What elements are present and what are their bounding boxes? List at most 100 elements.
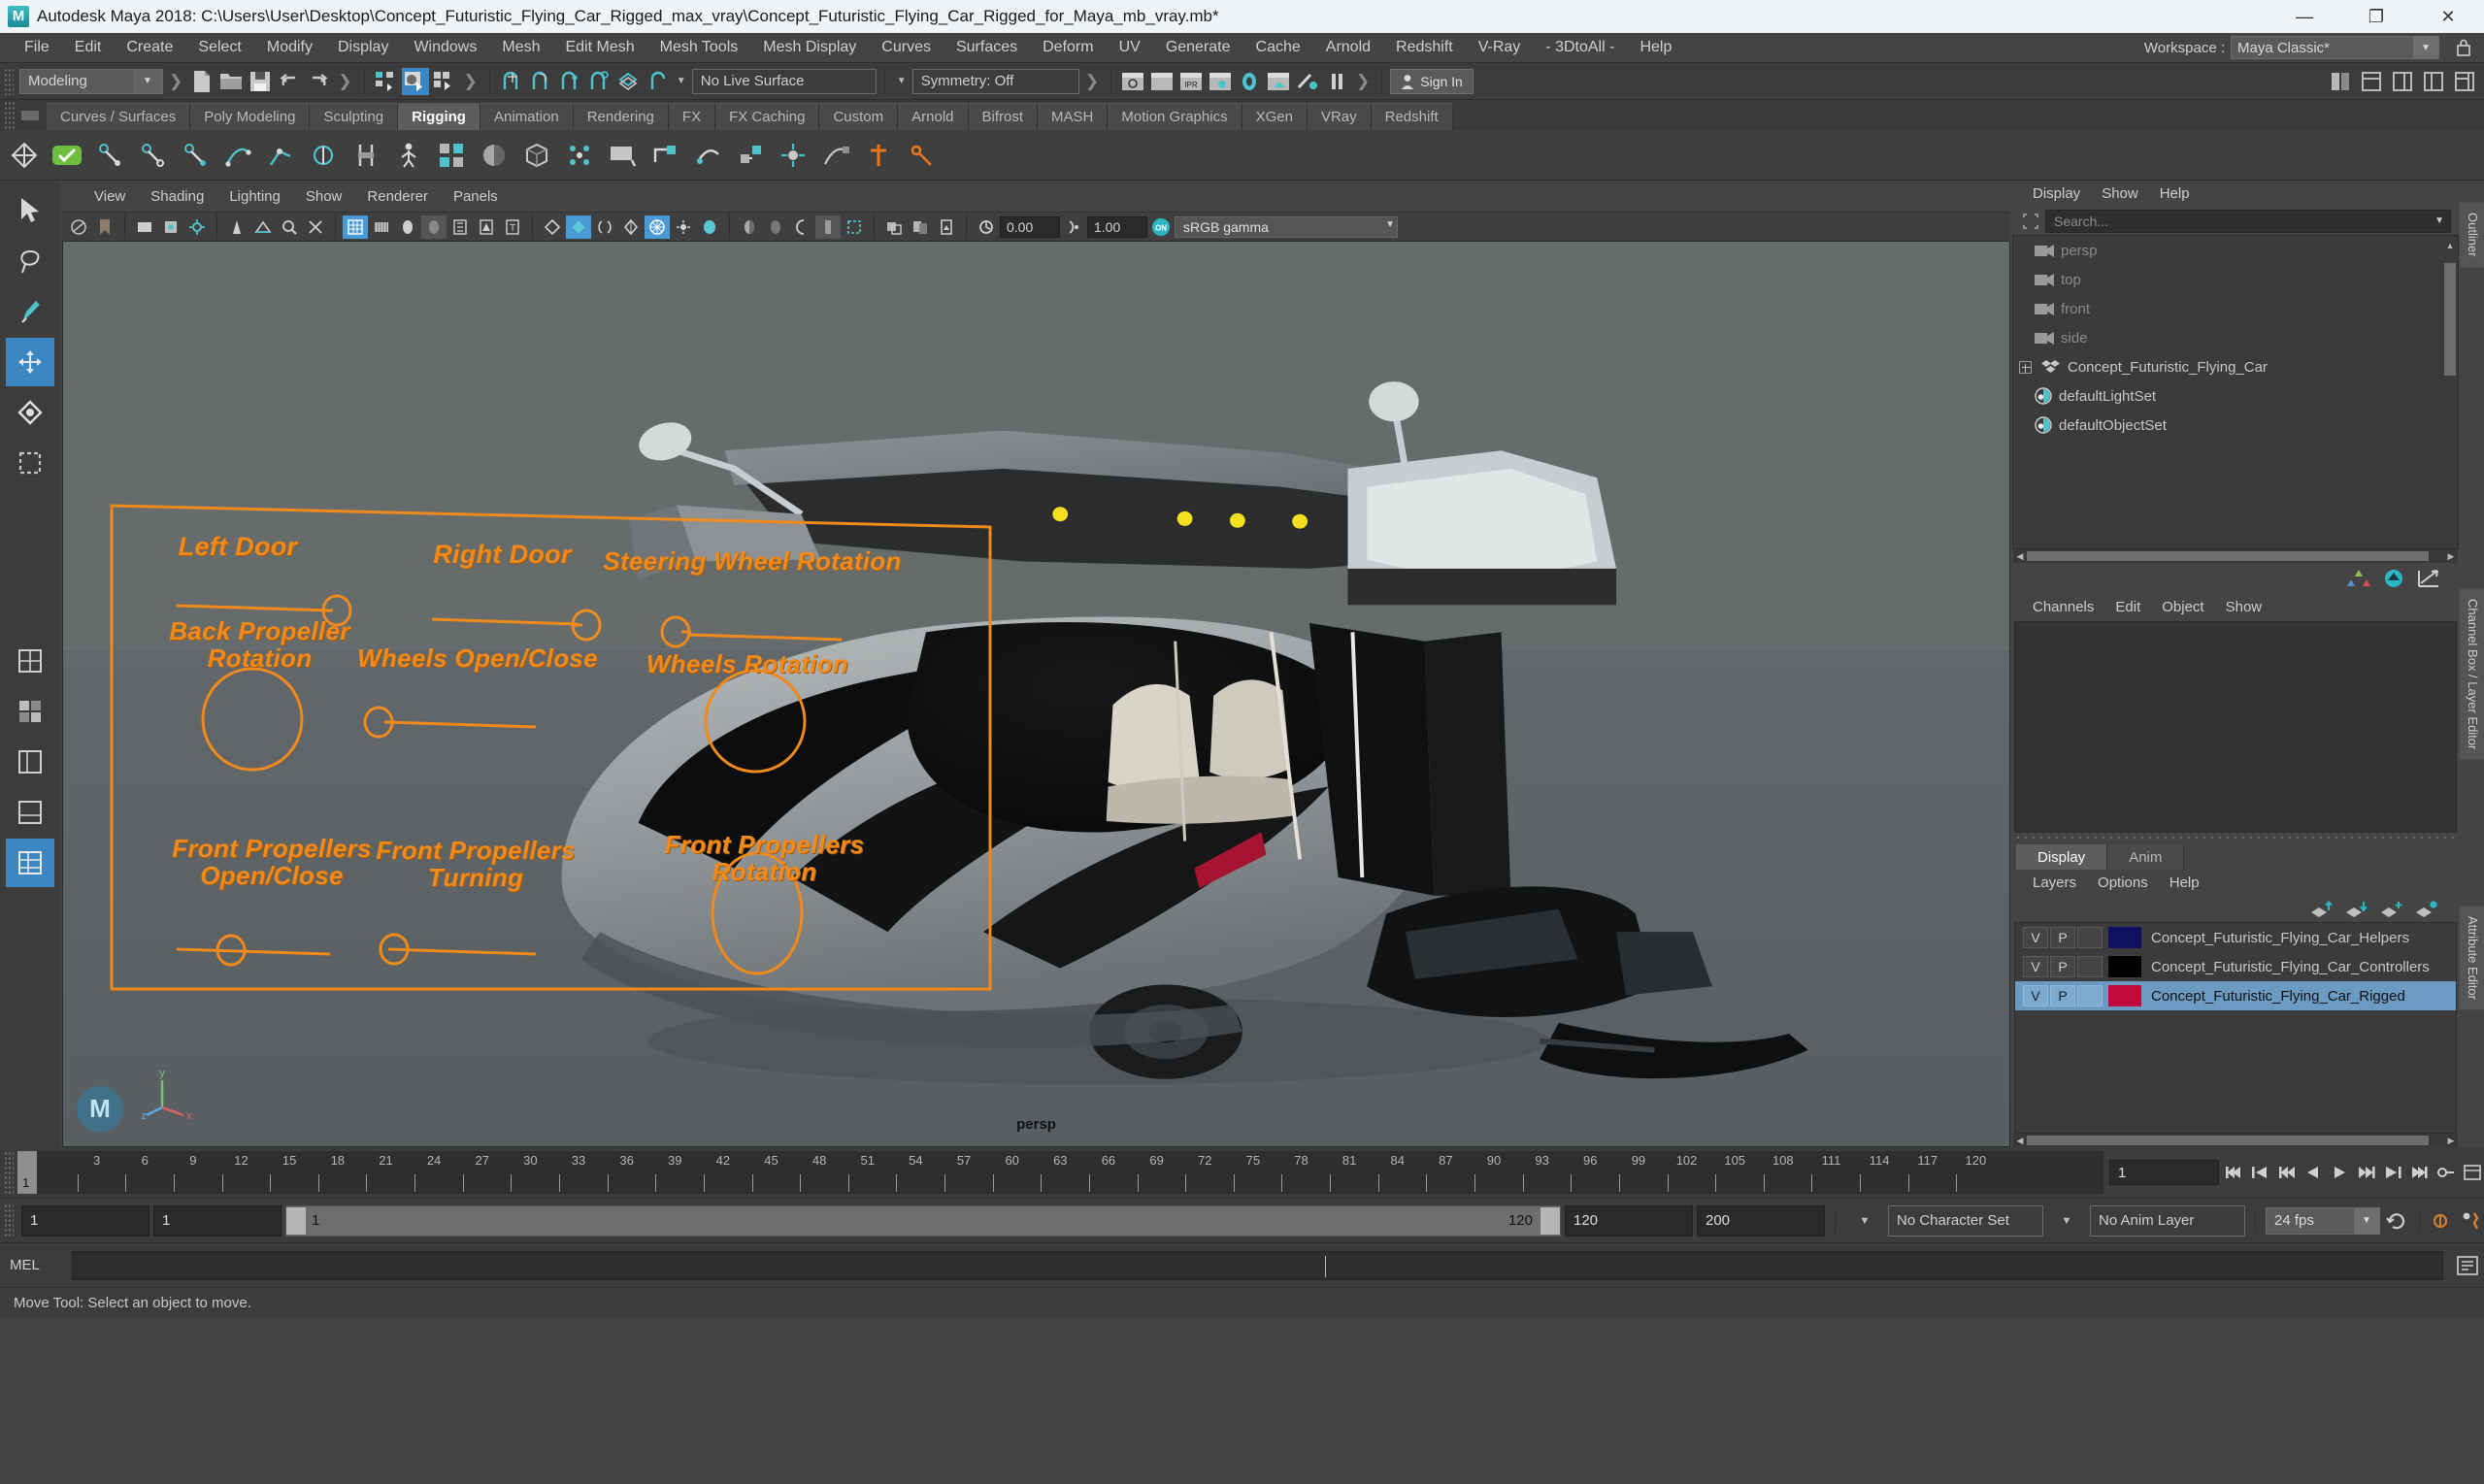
create-layer-from-selected-icon[interactable]	[2414, 901, 2437, 918]
symmetry-field[interactable]: Symmetry: Off	[911, 68, 1079, 94]
viewport-menu-shading[interactable]: Shading	[138, 182, 216, 212]
menu-item-arnold[interactable]: Arnold	[1313, 33, 1383, 62]
lasso-tool-button[interactable]	[6, 237, 54, 285]
smooth-shade-all-icon[interactable]	[369, 215, 394, 239]
outliner-menu-display[interactable]: Display	[2022, 181, 2091, 208]
control-label-back-propeller[interactable]: Back Propeller Rotation	[155, 617, 364, 672]
layer-type-toggle[interactable]	[2077, 956, 2103, 977]
select-camera-icon[interactable]	[66, 215, 91, 239]
shelf-tab-rendering[interactable]: Rendering	[573, 103, 669, 130]
channelbox-menu-object[interactable]: Object	[2151, 594, 2214, 621]
scroll-right-icon[interactable]: ▶	[2445, 1135, 2457, 1146]
shelf-constraint-point-icon[interactable]	[689, 137, 726, 174]
outliner-tree[interactable]: persp top front side Concept_Futuristic_…	[2012, 235, 2459, 549]
shelf-skeleton-icon-3[interactable]	[177, 137, 214, 174]
anim-layer-field[interactable]: No Anim Layer	[2090, 1204, 2245, 1237]
grease-pencil-icon[interactable]	[158, 215, 183, 239]
control-label-front-prop-turning[interactable]: Front Propellers Turning	[359, 837, 592, 891]
menu-item-file[interactable]: File	[12, 33, 62, 62]
move-layer-down-icon[interactable]	[2344, 901, 2368, 918]
viewport-menu-panels[interactable]: Panels	[441, 182, 511, 212]
scale-tool-button[interactable]	[6, 439, 54, 487]
script-editor-button[interactable]	[2451, 1251, 2484, 1280]
smooth-shade-selected-icon[interactable]	[395, 215, 420, 239]
shelf-tab-fx[interactable]: FX	[668, 103, 716, 130]
go-to-start-button[interactable]	[2222, 1160, 2245, 1185]
outliner-item-top[interactable]: top	[2013, 265, 2458, 294]
layer-row-controllers[interactable]: V P Concept_Futuristic_Flying_Car_Contro…	[2015, 952, 2456, 981]
menu-item-modify[interactable]: Modify	[254, 33, 325, 62]
layer-visibility-toggle[interactable]: V	[2023, 985, 2048, 1006]
display-shadows-icon[interactable]	[908, 215, 933, 239]
layer-playback-toggle[interactable]: P	[2050, 985, 2075, 1006]
vertical-tab-attribute-editor[interactable]: Attribute Editor	[2459, 905, 2484, 1010]
shelf-bind-skin-icon[interactable]	[348, 137, 384, 174]
display-textures-icon[interactable]	[881, 215, 907, 239]
step-forward-key-button[interactable]	[2354, 1160, 2377, 1185]
vertical-tab-channel-box[interactable]: Channel Box / Layer Editor	[2459, 587, 2484, 760]
vertical-tab-outliner[interactable]: Outliner	[2459, 202, 2484, 268]
outliner-search-input[interactable]: Search... ▼	[2045, 210, 2451, 233]
outliner-horizontal-scrollbar[interactable]: ◀ ▶	[2013, 549, 2458, 563]
bookmark-icon[interactable]	[92, 215, 117, 239]
outliner-vertical-scrollbar[interactable]: ▲	[2444, 240, 2456, 544]
gate-mask-toggle-icon[interactable]	[303, 215, 328, 239]
select-tool-button[interactable]	[6, 186, 54, 235]
scrollbar-thumb[interactable]	[2027, 1136, 2429, 1145]
layers-menu-help[interactable]: Help	[2159, 870, 2210, 897]
character-set-field[interactable]: No Character Set	[1888, 1204, 2043, 1237]
show-hide-hud-button[interactable]	[2358, 68, 2385, 95]
menu-item-mesh-display[interactable]: Mesh Display	[750, 33, 869, 62]
layer-row-rigged[interactable]: V P Concept_Futuristic_Flying_Car_Rigged	[2015, 981, 2456, 1010]
flat-shade-icon[interactable]	[421, 214, 447, 239]
control-rig-overlay[interactable]: Left Door Right Door Steering Wheel Rota…	[110, 504, 992, 1049]
shelf-deformer-icon-1[interactable]	[433, 137, 470, 174]
menu-item-redshift[interactable]: Redshift	[1383, 33, 1466, 62]
layer-playback-toggle[interactable]: P	[2050, 927, 2075, 948]
undo-button[interactable]	[276, 68, 303, 95]
outliner-item-default-light-set[interactable]: defaultLightSet	[2013, 381, 2458, 411]
sign-in-button[interactable]: Sign In	[1390, 68, 1474, 94]
resolution-gate-icon[interactable]	[250, 215, 276, 239]
render-setup-button[interactable]	[1294, 68, 1321, 95]
workspace-dropdown[interactable]: Maya Classic* ▼	[2231, 36, 2439, 59]
channel-box-attribute-list[interactable]	[2014, 621, 2457, 833]
outliner-item-front[interactable]: front	[2013, 294, 2458, 323]
ipr-render-button[interactable]: IPR	[1177, 68, 1205, 95]
character-set-dropdown-arrow[interactable]: ▼	[1845, 1205, 1884, 1237]
shelf-lattice-icon[interactable]	[476, 137, 513, 174]
exposure-icon[interactable]	[974, 215, 999, 239]
control-rig-shapes[interactable]	[110, 504, 992, 1049]
chevron-down-icon[interactable]: ▼	[673, 76, 690, 86]
layer-tab-anim[interactable]: Anim	[2107, 844, 2185, 870]
channelbox-menu-channels[interactable]: Channels	[2022, 594, 2104, 621]
exposure-toggle-icon[interactable]	[815, 214, 841, 239]
image-plane-icon[interactable]	[934, 215, 959, 239]
time-slider-gripper[interactable]	[4, 1151, 14, 1194]
panel-resize-handle[interactable]	[2012, 833, 2459, 842]
shelf-tab-rigging[interactable]: Rigging	[398, 103, 480, 130]
anim-layer-dropdown-arrow[interactable]: ▼	[2047, 1205, 2086, 1237]
shelf-tab-poly-modeling[interactable]: Poly Modeling	[190, 103, 311, 130]
auto-keyframe-toggle-button[interactable]	[2430, 1208, 2455, 1234]
xray-active-components-icon[interactable]	[789, 215, 814, 239]
new-scene-button[interactable]	[188, 68, 215, 95]
control-label-wheels-rotation[interactable]: Wheels Rotation	[631, 650, 864, 678]
viewport-menu-renderer[interactable]: Renderer	[354, 182, 441, 212]
snap-to-view-planes-button[interactable]	[614, 68, 642, 95]
move-tool-button[interactable]	[6, 338, 54, 386]
shelf-tab-custom[interactable]: Custom	[819, 103, 899, 130]
screen-space-ao-icon[interactable]	[645, 214, 670, 239]
move-layer-up-icon[interactable]	[2309, 901, 2333, 918]
shelf-tab-xgen[interactable]: XGen	[1242, 103, 1308, 130]
isolate-select-icon[interactable]	[842, 215, 867, 239]
two-d-pan-zoom-icon[interactable]	[132, 215, 157, 239]
minimize-button[interactable]: —	[2269, 0, 2340, 33]
control-label-left-door[interactable]: Left Door	[146, 533, 330, 561]
layer-color-swatch[interactable]	[2108, 985, 2141, 1006]
range-end-handle[interactable]	[1540, 1206, 1560, 1235]
layers-menu-options[interactable]: Options	[2087, 870, 2159, 897]
lock-icon[interactable]	[2455, 38, 2472, 57]
show-hide-tool-settings-button[interactable]	[2420, 68, 2447, 95]
viewport-settings-icon[interactable]	[184, 215, 210, 239]
